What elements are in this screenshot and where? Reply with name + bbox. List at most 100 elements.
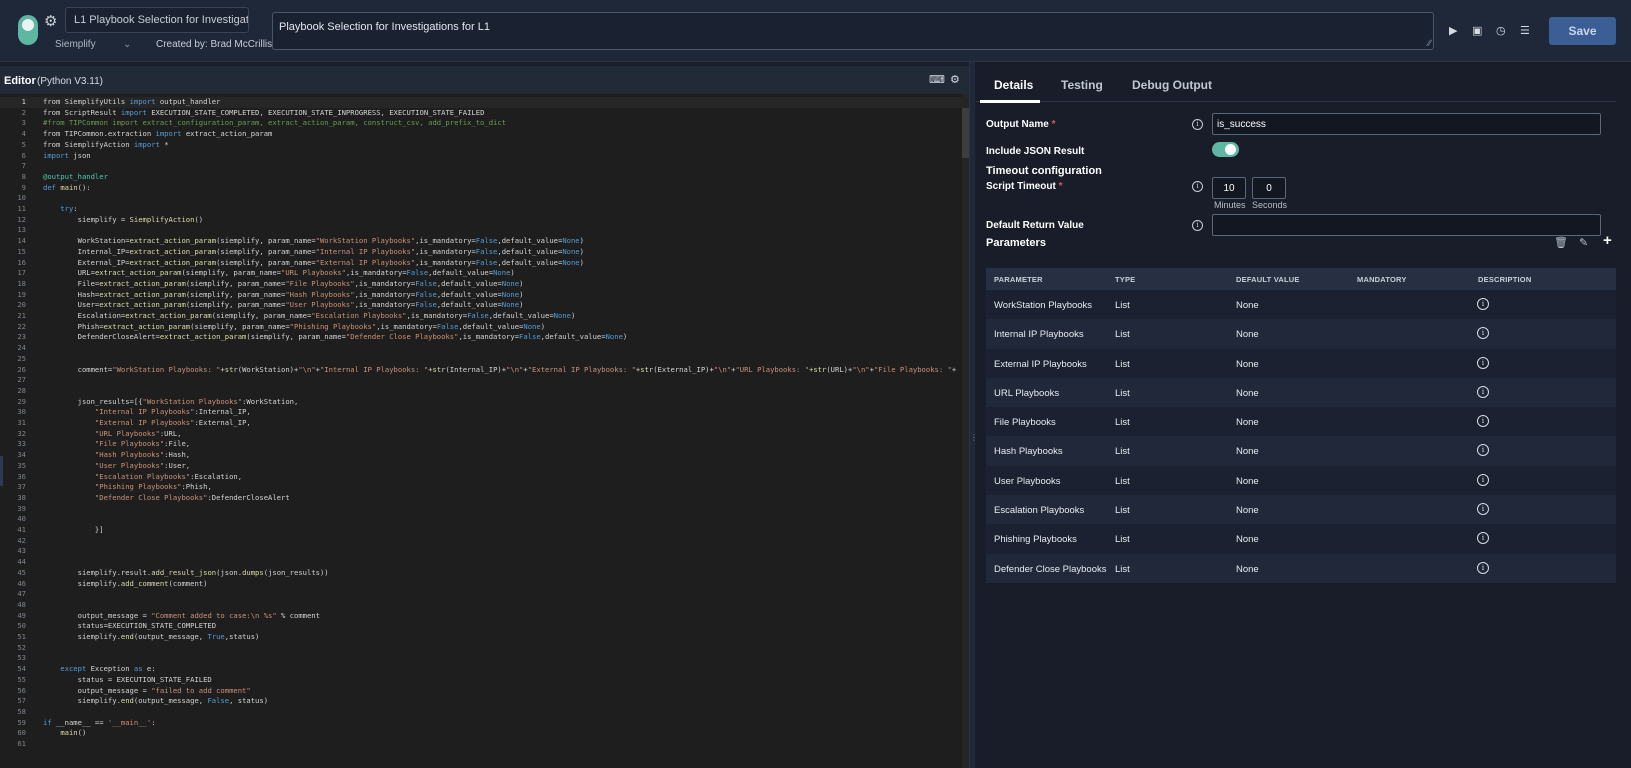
code-line[interactable]: 14 WorkStation=extract_action_param(siem… — [0, 236, 962, 247]
code-line[interactable]: 49 output_message = "Comment added to ca… — [0, 611, 962, 622]
description-info-icon[interactable]: i — [1477, 473, 1489, 486]
code-line[interactable]: 60 main() — [0, 728, 962, 739]
code-line[interactable]: 53 — [0, 653, 962, 664]
table-row[interactable]: URL Playbooks List None i — [986, 377, 1616, 408]
code-line[interactable]: 29 json_results=[{"WorkStation Playbooks… — [0, 397, 962, 408]
environment-select[interactable]: Siemplify ⌄ — [55, 39, 133, 50]
code-line[interactable]: 9 def main(): — [0, 183, 962, 194]
table-row[interactable]: Escalation Playbooks List None i — [986, 495, 1616, 525]
code-line[interactable]: 47 — [0, 589, 962, 600]
table-row[interactable]: Defender Close Playbooks List None i — [986, 553, 1616, 583]
code-line[interactable]: 18 File=extract_action_param(siemplify, … — [0, 279, 962, 290]
code-line[interactable]: 33 "File Playbooks":File, — [0, 439, 962, 450]
code-line[interactable]: 22 Phish=extract_action_param(siemplify,… — [0, 322, 962, 333]
description-info-icon[interactable]: i — [1477, 298, 1489, 310]
code-line[interactable]: 38 "Defender Close Playbooks":DefenderCl… — [0, 493, 962, 504]
table-row[interactable]: File Playbooks List None i — [986, 407, 1616, 437]
code-line[interactable]: 10 — [0, 193, 962, 204]
code-editor[interactable]: 1 from SiemplifyUtils import output_handl… — [0, 94, 962, 768]
code-line[interactable]: 36 "Escalation Playbooks":Escalation, — [0, 472, 962, 483]
tab-testing[interactable]: Testing — [1061, 78, 1103, 92]
panel-splitter[interactable]: ⋮ — [969, 62, 978, 768]
code-line[interactable]: 21 Escalation=extract_action_param(siemp… — [0, 311, 962, 322]
code-line[interactable]: 37 "Phishing Playbooks":Phish, — [0, 482, 962, 493]
code-line[interactable]: 57 siemplify.end(output_message, False, … — [0, 696, 962, 707]
code-line[interactable]: 12 siemplify = SiemplifyAction() — [0, 215, 962, 226]
add-parameter-icon[interactable]: + — [1603, 232, 1612, 249]
code-line[interactable]: 5 from SiemplifyAction import * — [0, 140, 962, 151]
timeout-seconds-input[interactable]: 0 — [1252, 177, 1286, 199]
code-line[interactable]: 20 User=extract_action_param(siemplify, … — [0, 300, 962, 311]
play-icon[interactable]: ▶ — [1449, 24, 1457, 37]
code-line[interactable]: 23 DefenderCloseAlert=extract_action_par… — [0, 332, 962, 343]
tab-debug-output[interactable]: Debug Output — [1132, 78, 1212, 92]
code-line[interactable]: 11 try: — [0, 204, 962, 215]
code-line[interactable]: 2 from ScriptResult import EXECUTION_STAT… — [0, 108, 962, 119]
history-icon[interactable]: ◷ — [1496, 24, 1506, 37]
code-line[interactable]: 46 siemplify.add_comment(comment) — [0, 579, 962, 590]
output-name-input[interactable]: is_success — [1212, 113, 1601, 135]
code-line[interactable]: 52 — [0, 643, 962, 654]
description-textarea[interactable]: Playbook Selection for Investigations fo… — [272, 12, 1434, 50]
tab-details[interactable]: Details — [994, 78, 1033, 92]
code-line[interactable]: 15 Internal_IP=extract_action_param(siem… — [0, 247, 962, 258]
code-line[interactable]: 40 — [0, 514, 962, 525]
description-info-icon[interactable]: i — [1477, 385, 1489, 398]
code-line[interactable]: 58 — [0, 707, 962, 718]
code-line[interactable]: 59 if __name__ == '__main__': — [0, 718, 962, 729]
editor-settings-icon[interactable]: ⚙ — [950, 73, 960, 86]
code-line[interactable]: 26 comment="WorkStation Playbooks: "+str… — [0, 365, 962, 376]
description-info-icon[interactable]: i — [1477, 444, 1489, 457]
table-row[interactable]: User Playbooks List None i — [986, 465, 1616, 496]
include-json-toggle[interactable] — [1212, 142, 1239, 157]
edit-pencil-icon[interactable]: ✎ — [1579, 236, 1588, 249]
code-line[interactable]: 31 "External IP Playbooks":External_IP, — [0, 418, 962, 429]
code-line[interactable]: 27 — [0, 375, 962, 386]
code-line[interactable]: 55 status = EXECUTION_STATE_FAILED — [0, 675, 962, 686]
code-line[interactable]: 19 Hash=extract_action_param(siemplify, … — [0, 290, 962, 301]
code-line[interactable]: 51 siemplify.end(output_message, True,st… — [0, 632, 962, 643]
code-line[interactable]: 4 from TIPCommon.extraction import extrac… — [0, 129, 962, 140]
description-info-icon[interactable]: i — [1477, 561, 1489, 574]
gear-icon[interactable]: ⚙ — [44, 12, 57, 30]
resize-handle-icon[interactable]: ∕∕ — [1428, 38, 1431, 48]
code-line[interactable]: 32 "URL Playbooks":URL, — [0, 429, 962, 440]
code-line[interactable]: 1 from SiemplifyUtils import output_handl… — [0, 97, 962, 108]
table-row[interactable]: Internal IP Playbooks List None i — [986, 319, 1616, 349]
code-line[interactable]: 35 "User Playbooks":User, — [0, 461, 962, 472]
default-return-info-icon[interactable]: i — [1192, 220, 1203, 231]
code-line[interactable]: 3 #from TIPCommon import extract_configur… — [0, 118, 962, 129]
timeout-minutes-input[interactable]: 10 — [1212, 177, 1246, 199]
table-row[interactable]: Phishing Playbooks List None i — [986, 524, 1616, 554]
code-line[interactable]: 6 import json — [0, 151, 962, 162]
description-info-icon[interactable]: i — [1477, 356, 1489, 369]
code-line[interactable]: 17 URL=extract_action_param(siemplify, p… — [0, 268, 962, 279]
default-return-input[interactable] — [1212, 214, 1601, 236]
table-row[interactable]: External IP Playbooks List None i — [986, 348, 1616, 378]
description-info-icon[interactable]: i — [1477, 503, 1489, 516]
code-line[interactable]: 48 — [0, 600, 962, 611]
code-line[interactable]: 42 — [0, 536, 962, 547]
code-line[interactable]: 7 — [0, 161, 962, 172]
code-line[interactable]: 13 — [0, 225, 962, 236]
code-line[interactable]: 43 — [0, 546, 962, 557]
code-line[interactable]: 61 — [0, 739, 962, 750]
code-line[interactable]: 56 output_message = "failed to add comme… — [0, 686, 962, 697]
description-info-icon[interactable]: i — [1477, 532, 1489, 545]
code-line[interactable]: 24 — [0, 343, 962, 354]
code-line[interactable]: 54 except Exception as e: — [0, 664, 962, 675]
save-button[interactable]: Save — [1549, 17, 1616, 45]
code-line[interactable]: 44 — [0, 557, 962, 568]
playbook-title-input[interactable]: L1 Playbook Selection for Investigations — [65, 7, 249, 33]
table-row[interactable]: Hash Playbooks List None i — [986, 436, 1616, 466]
editor-scrollbar[interactable] — [962, 94, 969, 768]
code-line[interactable]: 8 @output_handler — [0, 172, 962, 183]
drag-handle-icon[interactable]: ⋮ — [970, 433, 978, 449]
code-line[interactable]: 45 siemplify.result.add_result_json(json… — [0, 568, 962, 579]
description-info-icon[interactable]: i — [1477, 415, 1489, 428]
table-row[interactable]: WorkStation Playbooks List None i — [986, 290, 1616, 320]
code-line[interactable]: 50 status=EXECUTION_STATE_COMPLETED — [0, 621, 962, 632]
description-info-icon[interactable]: i — [1477, 327, 1489, 340]
save-disk-icon[interactable]: ▣ — [1472, 24, 1482, 37]
script-timeout-info-icon[interactable]: i — [1192, 181, 1203, 192]
